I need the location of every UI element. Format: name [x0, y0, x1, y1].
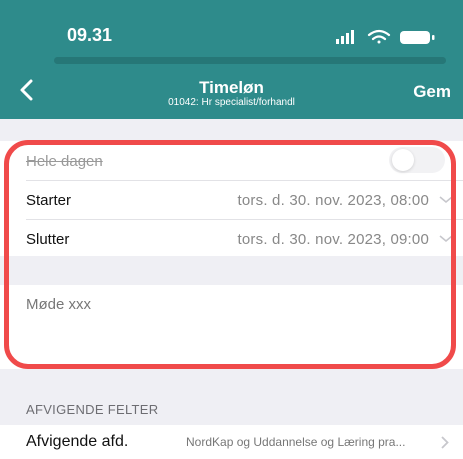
save-button[interactable]: Gem	[413, 82, 451, 102]
all-day-label: Hele dagen	[26, 152, 103, 170]
chevron-down-icon	[439, 235, 453, 243]
deviating-section: Afvigende afd. NordKap og Uddannelse og …	[0, 425, 463, 459]
end-row[interactable]: Slutter tors. d. 30. nov. 2023, 09:00	[26, 220, 463, 258]
chevron-down-icon	[439, 196, 453, 204]
header-bar: 09.31 Timeløn 01042: Hr specialist/forha…	[0, 0, 463, 119]
deviating-dept-label: Afvigende afd.	[26, 433, 129, 450]
start-label: Starter	[26, 191, 72, 209]
start-value[interactable]: tors. d. 30. nov. 2023, 08:00	[238, 192, 429, 209]
all-day-toggle[interactable]	[389, 147, 445, 173]
battery-icon	[400, 31, 435, 44]
deviating-fields-header: AFVIGENDE FELTER	[26, 402, 159, 417]
notes-field[interactable]: Møde xxx	[26, 296, 91, 313]
end-value[interactable]: tors. d. 30. nov. 2023, 09:00	[238, 231, 429, 248]
toggle-knob	[392, 149, 414, 171]
signal-icon	[336, 30, 354, 44]
dynamic-island-strip	[54, 57, 446, 64]
wifi-icon	[367, 29, 391, 44]
start-row[interactable]: Starter tors. d. 30. nov. 2023, 08:00	[26, 181, 463, 220]
chevron-right-icon	[441, 436, 449, 449]
date-section: Hele dagen Starter tors. d. 30. nov. 202…	[0, 141, 463, 256]
page-title: Timeløn	[199, 78, 264, 97]
status-time: 09.31	[67, 25, 113, 45]
deviating-dept-value: NordKap og Uddannelse og Læring pra...	[186, 435, 406, 449]
end-label: Slutter	[26, 230, 70, 248]
all-day-row: Hele dagen	[26, 142, 463, 181]
deviating-dept-row[interactable]: Afvigende afd. NordKap og Uddannelse og …	[26, 425, 463, 459]
status-icons	[336, 29, 435, 44]
page-subtitle: 01042: Hr specialist/forhandl	[168, 97, 295, 108]
